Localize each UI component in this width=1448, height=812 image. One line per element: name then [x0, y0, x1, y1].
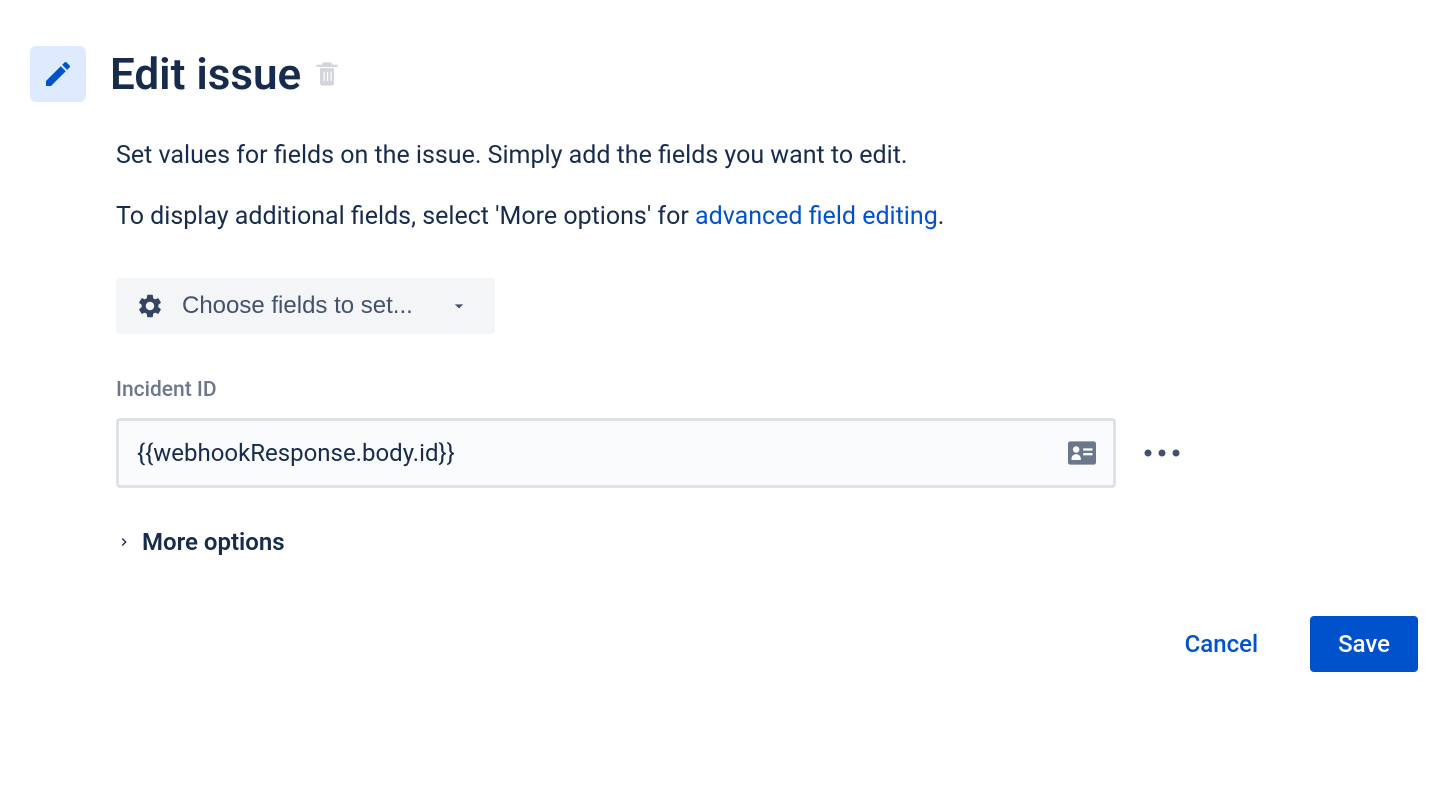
more-options-label: More options — [142, 528, 285, 556]
trash-icon[interactable] — [313, 60, 341, 88]
description-prefix: To display additional fields, select 'Mo… — [116, 202, 695, 231]
chevron-right-icon — [116, 534, 132, 550]
incident-id-input[interactable] — [116, 418, 1116, 488]
gear-icon — [136, 292, 164, 320]
contact-card-icon — [1068, 441, 1096, 465]
choose-fields-label: Choose fields to set... — [182, 292, 413, 320]
choose-fields-button[interactable]: Choose fields to set... — [116, 278, 495, 334]
more-actions-icon[interactable] — [1142, 448, 1182, 458]
page-title: Edit issue — [110, 52, 301, 96]
more-options-toggle[interactable]: More options — [116, 528, 1418, 556]
save-button[interactable]: Save — [1310, 616, 1418, 672]
field-label: Incident ID — [116, 378, 1418, 402]
page-header: Edit issue — [30, 46, 1418, 102]
edit-issue-badge — [30, 46, 86, 102]
description-suffix: . — [938, 202, 945, 231]
chevron-down-icon — [449, 296, 469, 316]
description-line-2: To display additional fields, select 'Mo… — [116, 199, 1418, 234]
cancel-button[interactable]: Cancel — [1157, 616, 1286, 672]
advanced-field-editing-link[interactable]: advanced field editing — [695, 202, 938, 231]
description-line-1: Set values for fields on the issue. Simp… — [116, 138, 1418, 173]
pencil-icon — [42, 58, 74, 90]
